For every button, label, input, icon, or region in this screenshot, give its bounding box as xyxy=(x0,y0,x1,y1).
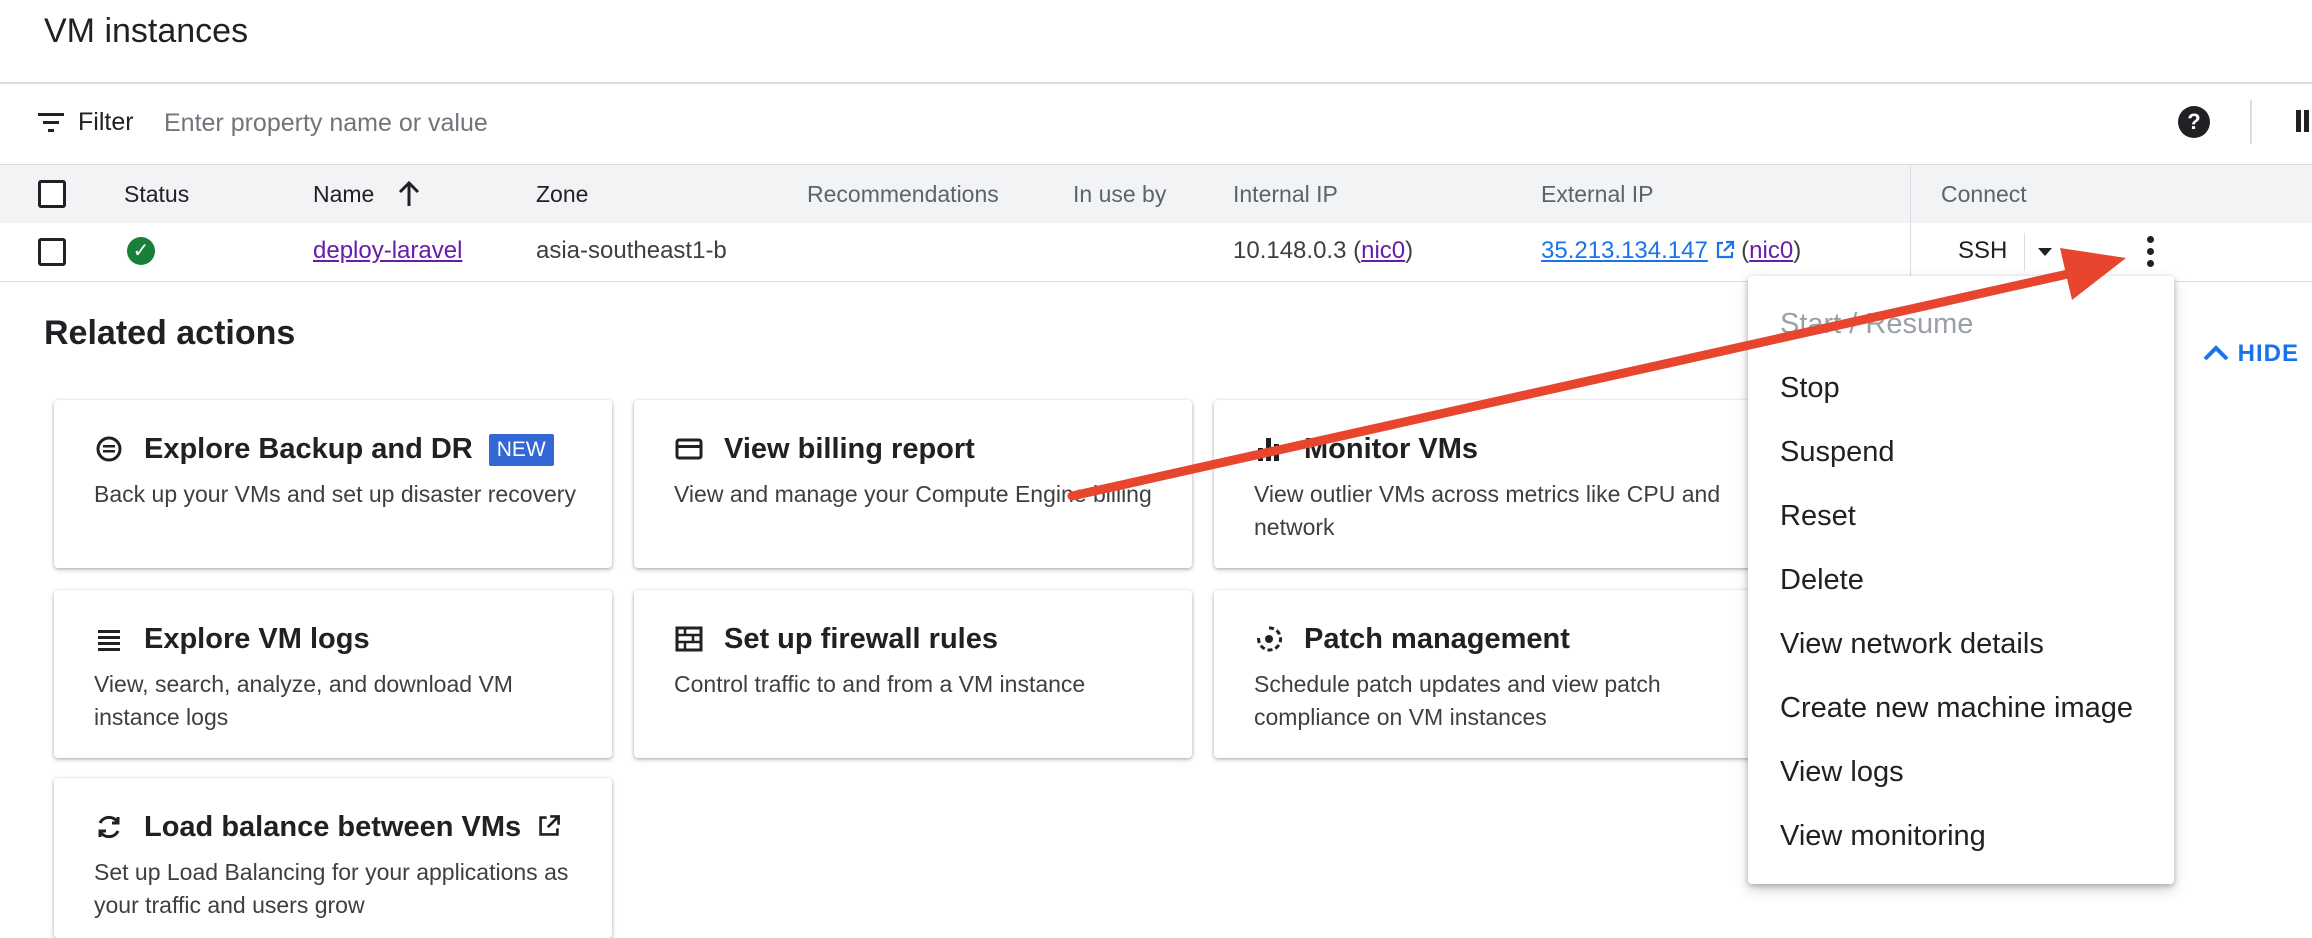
menu-item-delete[interactable]: Delete xyxy=(1780,564,1864,597)
hide-label: HIDE xyxy=(2237,340,2300,367)
menu-item-create-machine-image[interactable]: Create new machine image xyxy=(1780,692,2133,725)
card-firewall-rules[interactable]: Set up firewall rules Control traffic to… xyxy=(634,590,1192,758)
card-billing-report[interactable]: View billing report View and manage your… xyxy=(634,400,1192,568)
column-separator xyxy=(1910,165,1911,223)
more-actions-icon[interactable] xyxy=(2140,236,2160,272)
col-recommendations[interactable]: Recommendations xyxy=(807,181,999,208)
col-status[interactable]: Status xyxy=(124,181,189,208)
card-vm-logs[interactable]: Explore VM logs View, search, analyze, a… xyxy=(54,590,612,758)
column-separator xyxy=(1910,223,1911,281)
card-description: View outlier VMs across metrics like CPU… xyxy=(1254,481,1721,540)
hide-button[interactable]: HIDE xyxy=(2202,340,2299,368)
bar-chart-icon xyxy=(1258,438,1279,461)
card-description: Back up your VMs and set up disaster rec… xyxy=(94,481,576,507)
logs-list-icon xyxy=(98,630,120,651)
instance-zone: asia-southeast1-b xyxy=(536,237,727,264)
card-description: Set up Load Balancing for your applicati… xyxy=(94,859,569,918)
ssh-dropdown-icon[interactable] xyxy=(2035,245,2055,259)
card-title: Explore Backup and DR NEW xyxy=(144,433,554,467)
card-patch-management[interactable]: Patch management Schedule patch updates … xyxy=(1214,590,1772,758)
related-actions-title: Related actions xyxy=(44,314,296,352)
col-in-use-by[interactable]: In use by xyxy=(1073,181,1166,208)
menu-item-stop[interactable]: Stop xyxy=(1780,372,1840,405)
internal-ip-value: 10.148.0.3 xyxy=(1233,237,1347,264)
status-running-icon: ✓ xyxy=(127,237,155,265)
open-in-new-icon xyxy=(539,815,561,836)
load-balance-icon xyxy=(98,815,120,839)
card-title: Load balance between VMs xyxy=(144,811,561,844)
column-display-icon[interactable] xyxy=(2296,110,2312,136)
menu-item-reset[interactable]: Reset xyxy=(1780,500,1856,533)
external-ip: 35.213.134.147 (nic0) xyxy=(1541,237,1802,264)
card-title-text: Explore Backup and DR xyxy=(144,433,473,465)
external-ip-link[interactable]: 35.213.134.147 xyxy=(1541,237,1708,264)
filter-label[interactable]: Filter xyxy=(78,108,134,137)
col-name[interactable]: Name xyxy=(313,181,374,208)
menu-item-view-monitoring[interactable]: View monitoring xyxy=(1780,820,1986,853)
more-actions-menu: Start / Resume Stop Suspend Reset Delete… xyxy=(1748,276,2174,884)
new-badge: NEW xyxy=(488,434,554,467)
instance-name-link[interactable]: deploy-laravel xyxy=(313,237,462,265)
card-description: Schedule patch updates and view patch co… xyxy=(1254,671,1661,730)
help-icon[interactable]: ? xyxy=(2178,106,2210,138)
ssh-button[interactable]: SSH xyxy=(1958,237,2007,265)
billing-card-icon xyxy=(675,438,703,460)
card-monitor-vms[interactable]: Monitor VMs View outlier VMs across metr… xyxy=(1214,400,1772,568)
card-title-text: Load balance between VMs xyxy=(144,811,522,843)
filter-icon[interactable] xyxy=(36,110,66,136)
card-title: Monitor VMs xyxy=(1304,433,1478,465)
table-row: ✓ deploy-laravel asia-southeast1-b 10.14… xyxy=(0,223,2312,282)
card-title: View billing report xyxy=(724,433,975,465)
external-nic-link[interactable]: nic0 xyxy=(1749,237,1793,264)
filter-input[interactable] xyxy=(162,104,1366,142)
firewall-icon xyxy=(675,626,703,652)
card-description: Control traffic to and from a VM instanc… xyxy=(674,671,1086,697)
card-title: Set up firewall rules xyxy=(724,623,998,655)
backup-icon xyxy=(96,436,122,462)
menu-item-view-logs[interactable]: View logs xyxy=(1780,756,1904,789)
toolbar-divider xyxy=(2250,100,2252,144)
card-title: Patch management xyxy=(1304,623,1570,655)
col-external-ip[interactable]: External IP xyxy=(1541,181,1654,208)
menu-item-view-network-details[interactable]: View network details xyxy=(1780,628,2044,661)
menu-item-start-resume: Start / Resume xyxy=(1780,308,1974,340)
col-zone[interactable]: Zone xyxy=(536,181,588,208)
card-title: Explore VM logs xyxy=(144,623,370,655)
internal-ip: 10.148.0.3 (nic0) xyxy=(1233,237,1414,264)
row-checkbox[interactable] xyxy=(38,238,66,266)
chevron-up-icon xyxy=(2203,345,2229,361)
select-all-checkbox[interactable] xyxy=(38,180,66,208)
sort-ascending-icon[interactable] xyxy=(396,180,422,208)
open-in-new-icon[interactable] xyxy=(1715,240,1735,260)
card-description: View, search, analyze, and download VM i… xyxy=(94,671,513,730)
col-connect: Connect xyxy=(1941,181,2027,207)
title-divider xyxy=(0,82,2312,84)
menu-item-suspend[interactable]: Suspend xyxy=(1780,436,1895,469)
card-load-balance[interactable]: Load balance between VMs Set up Load Bal… xyxy=(54,778,612,938)
card-backup-dr[interactable]: Explore Backup and DR NEW Back up your VM… xyxy=(54,400,612,568)
card-description: View and manage your Compute Engine bill… xyxy=(674,481,1152,507)
col-internal-ip[interactable]: Internal IP xyxy=(1233,181,1338,208)
internal-nic-link[interactable]: nic0 xyxy=(1361,237,1405,264)
ssh-divider xyxy=(2024,233,2025,271)
patch-icon xyxy=(1257,626,1283,652)
page-title: VM instances xyxy=(44,12,249,50)
table-header: Status Name Zone Recommendations In use … xyxy=(0,164,2312,224)
